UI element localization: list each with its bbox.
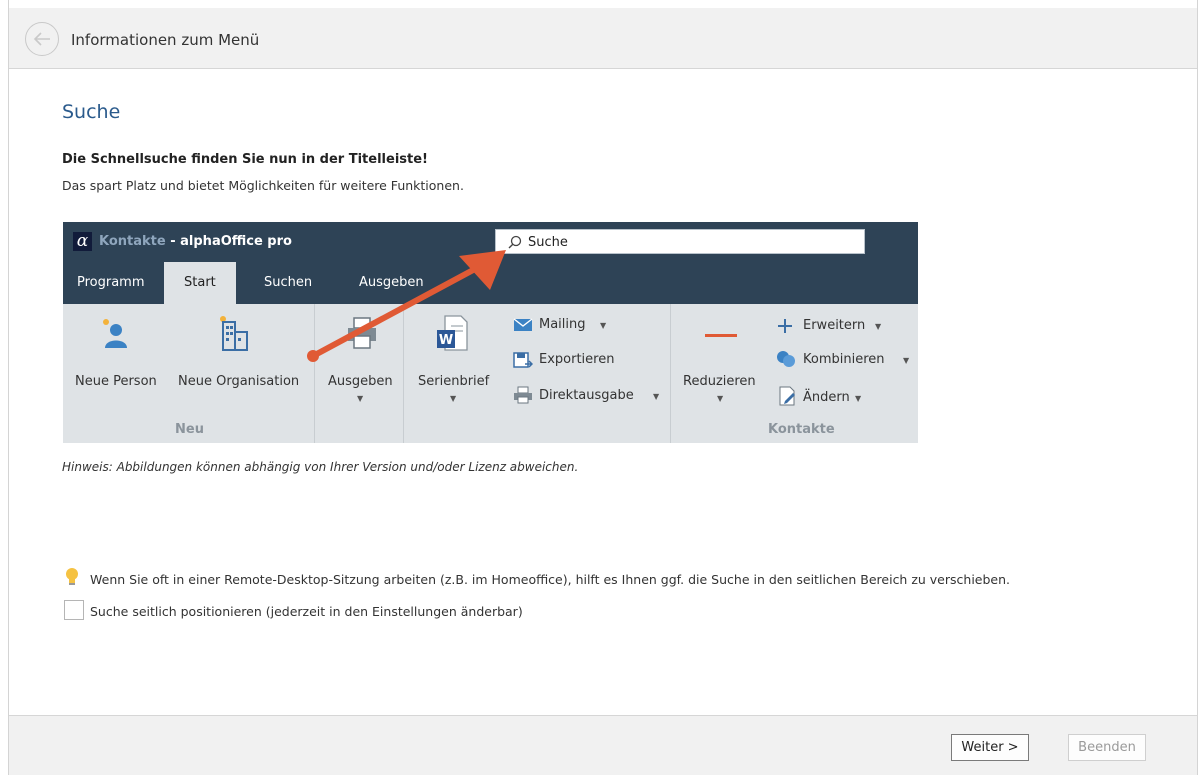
side-search-checkbox[interactable] (64, 600, 84, 620)
ribbon-separator (670, 304, 671, 443)
tip-text: Wenn Sie oft in einer Remote-Desktop-Sit… (90, 572, 1011, 587)
serienbrief-dropdown-icon: ▼ (450, 394, 457, 403)
ribbon-illustration: α Kontakte - alphaOffice pro Suche Progr… (63, 222, 918, 443)
ribbon-exportieren: Exportieren (539, 352, 615, 367)
lightbulb-icon (66, 568, 78, 585)
combine-icon (777, 351, 795, 367)
alpha-logo: α (73, 232, 92, 251)
illustration-search-text: Suche (528, 235, 568, 250)
erweitern-dropdown-icon: ▼ (875, 322, 882, 331)
illustration-tab-start: Start (164, 262, 236, 304)
ribbon-kombinieren: Kombinieren (803, 352, 885, 367)
ribbon-group-kontakte: Kontakte (768, 422, 835, 437)
mail-icon (513, 318, 533, 331)
plus-icon (778, 319, 792, 333)
illustration-tabs: Programm Start Suchen Ausgeben (63, 262, 918, 304)
kombinieren-dropdown-icon: ▼ (903, 356, 910, 365)
ribbon-neue-person: Neue Person (75, 374, 157, 389)
illustration-tab-suchen: Suchen (264, 275, 313, 290)
search-icon (508, 235, 522, 249)
ribbon-aendern: Ändern (803, 390, 850, 405)
ribbon-serienbrief: Serienbrief (418, 374, 490, 389)
organisation-icon (220, 316, 248, 351)
illustration-tab-programm: Programm (77, 275, 145, 290)
illustration-app-name: - alphaOffice pro (165, 234, 292, 249)
side-search-checkbox-label[interactable]: Suche seitlich positionieren (jederzeit … (90, 604, 523, 619)
hint-text: Hinweis: Abbildungen können abhängig von… (62, 460, 579, 474)
illustration-ribbon-body: Neue Person Neue Organisation Neu Ausgeb… (63, 304, 918, 443)
ribbon-reduzieren: Reduzieren (683, 374, 756, 389)
wizard-header: Informationen zum Menü (9, 8, 1197, 69)
mailing-dropdown-icon: ▼ (600, 321, 607, 330)
ribbon-neue-organisation: Neue Organisation (178, 374, 300, 389)
export-icon (513, 352, 533, 368)
ribbon-direktausgabe: Direktausgabe (539, 388, 634, 403)
ribbon-ausgeben: Ausgeben (328, 374, 393, 389)
illustration-titlebar: α Kontakte - alphaOffice pro Suche (63, 222, 918, 262)
edit-document-icon (779, 386, 795, 406)
ribbon-separator (403, 304, 404, 443)
back-button[interactable] (25, 22, 59, 56)
next-button[interactable]: Weiter > (951, 734, 1029, 761)
reduzieren-dropdown-icon: ▼ (717, 394, 724, 403)
illustration-module-name: Kontakte (99, 234, 166, 249)
svg-text:W: W (439, 333, 453, 348)
print-direct-icon (514, 386, 532, 404)
aendern-dropdown-icon: ▼ (855, 394, 862, 403)
ribbon-separator (314, 304, 315, 443)
lead-text: Das spart Platz und bietet Möglichkeiten… (62, 178, 464, 193)
finish-button[interactable]: Beenden (1068, 734, 1146, 761)
arrow-left-icon (33, 32, 50, 46)
direktausgabe-dropdown-icon: ▼ (653, 392, 660, 401)
lead-heading: Die Schnellsuche finden Sie nun in der T… (62, 152, 428, 167)
header-title: Informationen zum Menü (71, 31, 260, 49)
ribbon-group-neu: Neu (175, 422, 204, 437)
person-icon (103, 319, 127, 348)
printer-icon (348, 317, 376, 349)
illustration-app-title: Kontakte - alphaOffice pro (99, 234, 292, 249)
section-title: Suche (62, 101, 121, 123)
minus-icon (705, 334, 737, 337)
illustration-tab-ausgeben: Ausgeben (359, 275, 424, 290)
illustration-search-box: Suche (495, 229, 865, 254)
word-document-icon: W (437, 315, 468, 351)
ribbon-mailing: Mailing (539, 317, 586, 332)
ausgeben-dropdown-icon: ▼ (357, 394, 364, 403)
ribbon-erweitern: Erweitern (803, 318, 866, 333)
wizard-footer: Weiter > Beenden (9, 715, 1197, 775)
